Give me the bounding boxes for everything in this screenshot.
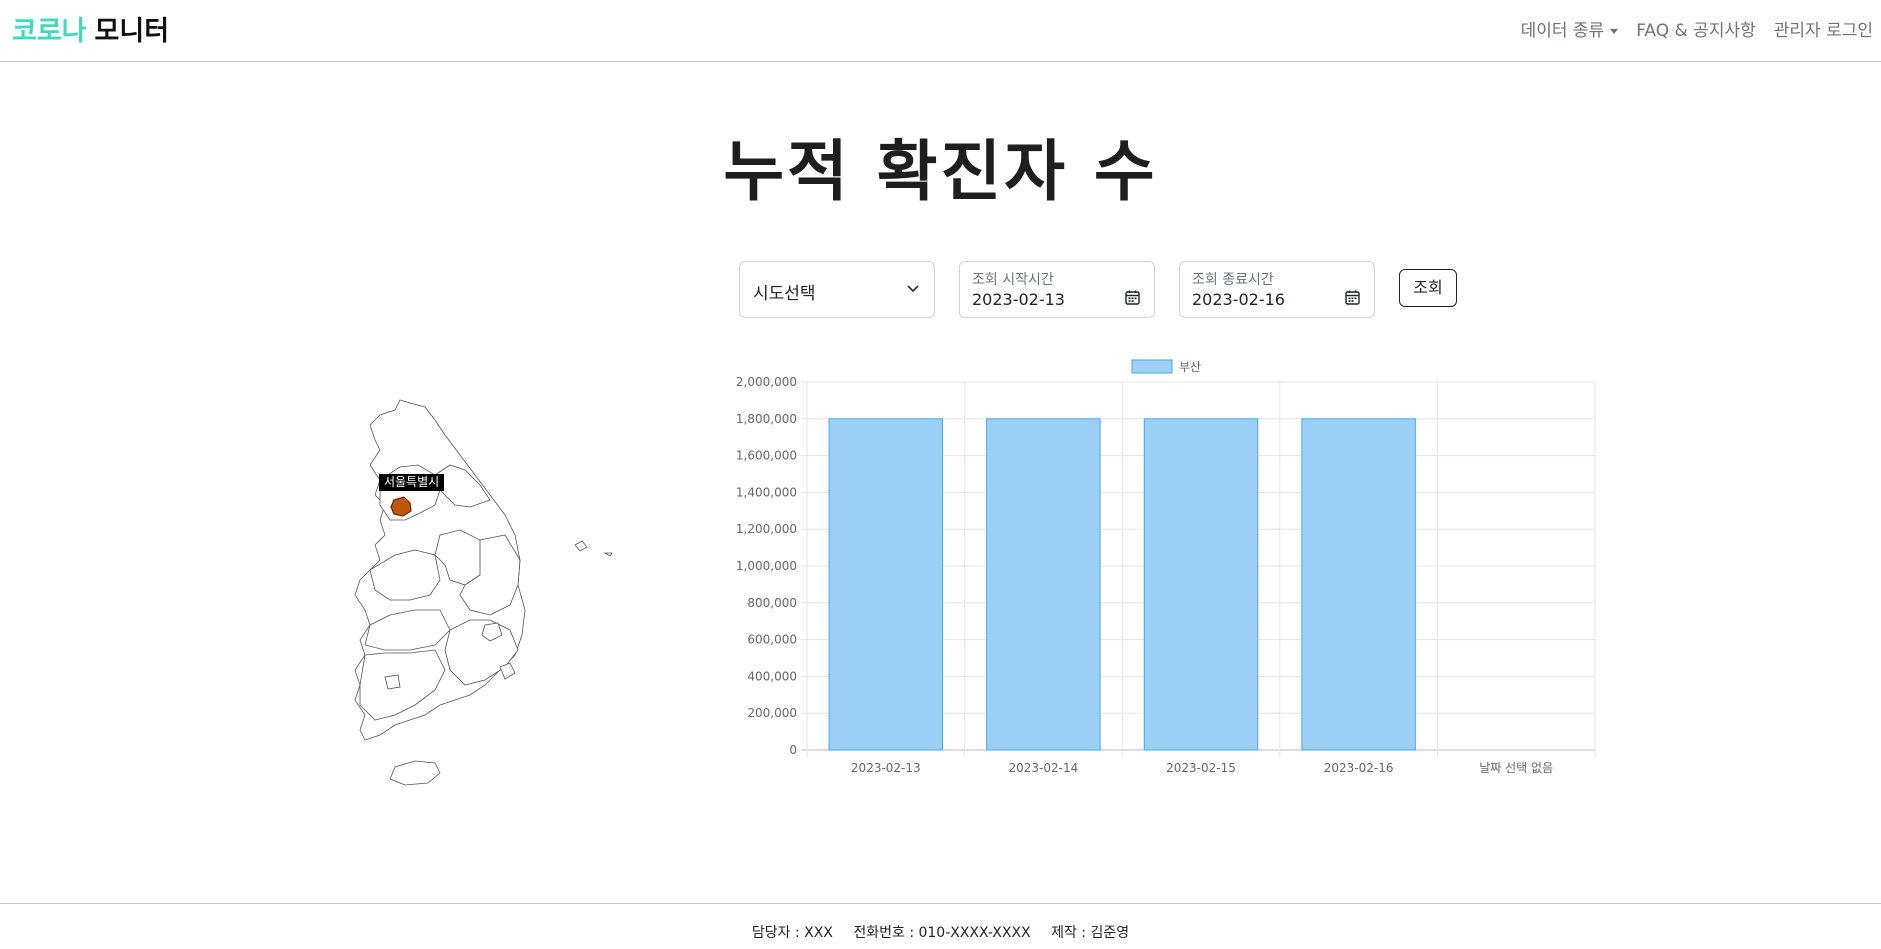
navbar: 코로나 모니터 데이터 종류 FAQ & 공지사항 관리자 로그인 — [0, 0, 1881, 62]
map-border-gwangju — [384, 674, 401, 690]
legend-swatch — [1131, 359, 1173, 374]
y-tick-label: 2,000,000 — [736, 375, 797, 389]
region-select-value: 시도선택 — [753, 284, 816, 304]
map-region-dokdo — [603, 552, 613, 557]
end-date-value: 2023-02-16 — [1192, 290, 1285, 309]
brand-part2: 모니터 — [94, 16, 170, 47]
y-tick-label: 1,800,000 — [736, 412, 797, 426]
y-tick-label: 1,200,000 — [736, 522, 797, 536]
map-region-jeju[interactable] — [389, 760, 441, 786]
end-date-label: 조회 종료시간 — [1192, 272, 1274, 288]
region-select[interactable]: 시도선택 — [739, 261, 935, 318]
footer-maker: 제작 : 김준영 — [1051, 925, 1130, 941]
start-date-field[interactable]: 조회 시작시간 2023-02-13 — [959, 261, 1155, 318]
x-tick-label: 2023-02-14 — [1009, 761, 1079, 775]
nav-data-type-dropdown[interactable]: 데이터 종류 — [1521, 16, 1619, 41]
start-date-label: 조회 시작시간 — [972, 272, 1054, 288]
brand-part1: 코로나 — [12, 16, 87, 47]
nav-faq-link[interactable]: FAQ & 공지사항 — [1636, 16, 1756, 41]
legend-label: 부산 — [1179, 360, 1201, 374]
footer-manager: 담당자 : XXX — [751, 925, 833, 941]
chevron-down-icon — [907, 285, 919, 293]
page-title: 누적 확진자 수 — [723, 133, 1158, 210]
map-tooltip: 서울특별시 — [379, 474, 445, 491]
search-button[interactable]: 조회 — [1399, 269, 1457, 307]
start-date-value: 2023-02-13 — [972, 290, 1065, 309]
footer-divider — [0, 903, 1881, 904]
y-tick-label: 1,000,000 — [736, 559, 797, 573]
nav-admin-login-link[interactable]: 관리자 로그인 — [1774, 16, 1873, 41]
bar — [986, 418, 1101, 751]
y-tick-label: 400,000 — [747, 669, 797, 683]
bar — [1301, 418, 1416, 751]
caret-down-icon — [1610, 28, 1619, 34]
x-tick-label: 날짜 선택 없음 — [1479, 761, 1553, 775]
map-region-ulleung[interactable] — [574, 540, 588, 552]
bar — [1143, 418, 1259, 751]
x-tick-label: 2023-02-13 — [851, 761, 921, 775]
x-tick-label: 2023-02-15 — [1166, 761, 1236, 775]
korea-map[interactable] — [340, 395, 630, 790]
y-tick-label: 1,600,000 — [736, 449, 797, 463]
bar — [828, 418, 944, 751]
calendar-icon[interactable] — [1345, 290, 1360, 305]
bar-chart: 0 200,000 400,000 600,000 800,000 1,000,000 1,… — [736, 359, 1596, 775]
nav-links: 데이터 종류 FAQ & 공지사항 관리자 로그인 — [1521, 16, 1873, 41]
footer-phone: 전화번호 : 010-XXXX-XXXX — [853, 925, 1031, 941]
y-tick-label: 1,400,000 — [736, 485, 797, 499]
y-tick-label: 200,000 — [747, 706, 797, 720]
calendar-icon[interactable] — [1125, 290, 1140, 305]
x-tick-label: 2023-02-16 — [1324, 761, 1394, 775]
y-tick-label: 0 — [789, 743, 797, 757]
brand-logo[interactable]: 코로나 모니터 — [12, 9, 169, 48]
y-tick-label: 600,000 — [747, 633, 797, 647]
end-date-field[interactable]: 조회 종료시간 2023-02-16 — [1179, 261, 1375, 318]
y-tick-label: 800,000 — [747, 596, 797, 610]
footer: 담당자 : XXX 전화번호 : 010-XXXX-XXXX 제작 : 김준영 — [0, 922, 1881, 942]
nav-data-type-label: 데이터 종류 — [1520, 21, 1605, 41]
